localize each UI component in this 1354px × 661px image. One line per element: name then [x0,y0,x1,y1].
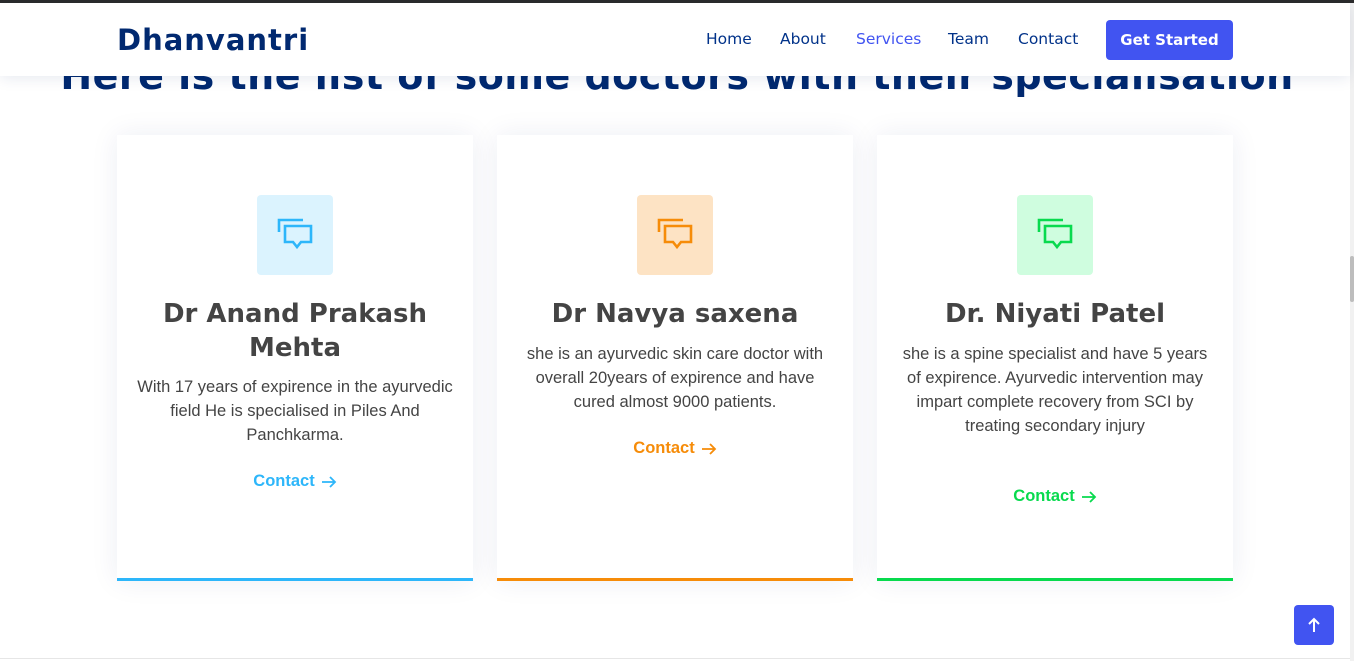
contact-link-label: Contact [1013,487,1075,505]
contact-link-label: Contact [633,439,695,457]
nav-link-contact[interactable]: Contact [1018,30,1078,48]
doctor-card: Dr Navya saxena she is an ayurvedic skin… [497,135,853,581]
contact-link[interactable]: Contact [497,439,853,458]
card-icon-box [257,195,333,275]
contact-link[interactable]: Contact [877,487,1233,506]
doctor-name: Dr Anand Prakash Mehta [162,299,428,363]
doctor-description: she is a spine specialist and have 5 yea… [902,345,1208,435]
nav-link-team[interactable]: Team [948,30,989,48]
chat-square-icon [657,218,693,250]
page-bottom-divider [0,658,1350,659]
page-scrollbar[interactable] [1350,3,1354,661]
doctor-description: With 17 years of expirence in the ayurve… [137,378,453,444]
doctor-description: she is an ayurvedic skin care doctor wit… [526,345,824,411]
arrow-right-icon [701,442,716,455]
contact-link-label: Contact [253,472,315,490]
doctor-card: Dr Anand Prakash Mehta With 17 years of … [117,135,473,581]
doctor-card: Dr. Niyati Patel she is a spine speciali… [877,135,1233,581]
scrollbar-thumb[interactable] [1350,256,1354,302]
arrow-right-icon [321,475,336,488]
doctor-name: Dr. Niyati Patel [944,299,1166,329]
nav-link-services[interactable]: Services [856,30,921,48]
card-icon-box [637,195,713,275]
chat-square-icon [277,218,313,250]
arrow-up-icon [1308,617,1320,632]
card-icon-box [1017,195,1093,275]
doctor-name: Dr Navya saxena [551,299,799,329]
get-started-button[interactable]: Get Started [1106,20,1233,60]
back-to-top-button[interactable] [1294,605,1334,645]
nav-link-about[interactable]: About [780,30,826,48]
arrow-right-icon [1081,490,1096,503]
contact-link[interactable]: Contact [117,472,473,491]
nav-link-home[interactable]: Home [706,30,752,48]
site-header: Dhanvantri Home About Services Team Cont… [0,3,1350,76]
chat-square-icon [1037,218,1073,250]
